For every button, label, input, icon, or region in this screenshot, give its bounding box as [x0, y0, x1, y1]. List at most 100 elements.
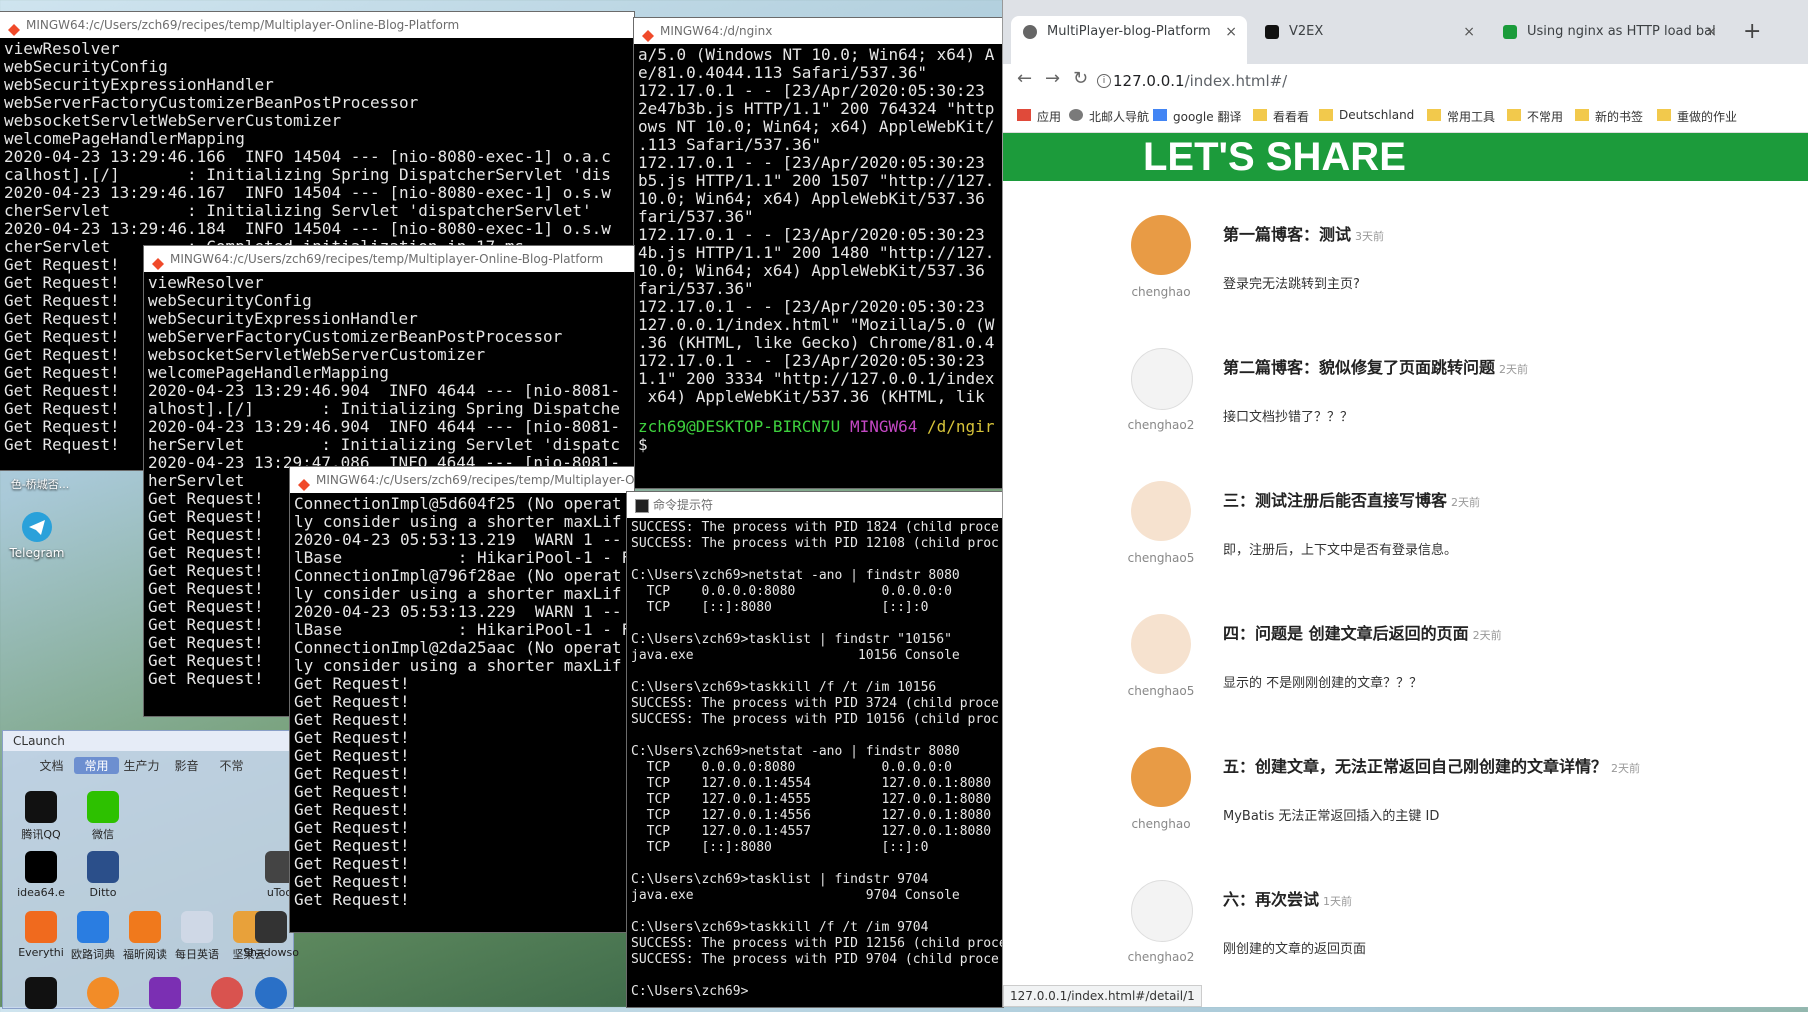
post-title[interactable]: 第一篇博客：测试 3天前: [1223, 221, 1384, 245]
mingw-icon: [642, 25, 654, 42]
google-translate-icon: [1153, 109, 1167, 121]
prompt-symbol: $: [638, 435, 648, 454]
mingw-icon: [298, 474, 310, 491]
post-author[interactable]: chenghao: [1121, 817, 1201, 831]
clauncher-panel[interactable]: CLaunch 文档 常用 生产力 影音 不常 腾讯QQ 微信 idea64.e…: [2, 730, 299, 1009]
terminal-titlebar[interactable]: MINGW64:/c/Users/zch69/recipes/temp/Mult…: [0, 12, 634, 38]
terminal-prompt[interactable]: zch69@DESKTOP-BIRCN7U MINGW64 /d/ngir $: [634, 416, 1004, 456]
bookmark-label: 应用: [1037, 110, 1062, 124]
browser-toolbar: ← → ↻ i 127.0.0.1/index.html#/: [1003, 64, 1808, 100]
clauncher-tab-active[interactable]: 常用: [74, 757, 119, 774]
app-label: Shadowso: [243, 946, 299, 959]
globe-icon: [1023, 25, 1037, 39]
cmd-output[interactable]: SUCCESS: The process with PID 1824 (chil…: [627, 518, 1003, 1002]
forward-arrow-icon[interactable]: →: [1045, 68, 1060, 89]
telegram-desktop-icon[interactable]: Telegram: [2, 512, 72, 560]
tab-nginx[interactable]: Using nginx as HTTP load bal ×: [1491, 16, 1727, 48]
reload-icon[interactable]: ↻: [1073, 68, 1088, 89]
post-author[interactable]: chenghao5: [1121, 684, 1201, 698]
app-ditto[interactable]: Ditto: [75, 851, 131, 899]
terminal-titlebar[interactable]: MINGW64:/c/Users/zch69/recipes/temp/Mult…: [144, 246, 634, 272]
post-title[interactable]: 第二篇博客：貌似修复了页面跳转问题 2天前: [1223, 354, 1528, 378]
clauncher-tab[interactable]: 影音: [164, 757, 209, 774]
post-summary: 即，注册后，上下文中是否有登录信息。: [1223, 543, 1458, 558]
new-tab-button[interactable]: +: [1743, 16, 1761, 48]
site-title: LET'S SHARE: [1143, 135, 1406, 179]
post-title-text: 第一篇博客：测试: [1223, 225, 1352, 244]
avatar[interactable]: [1131, 614, 1191, 674]
app-idea[interactable]: idea64.e: [13, 851, 69, 899]
app-label: Ditto: [89, 886, 117, 899]
terminal-output[interactable]: ConnectionImpl@5d604f25 (No operat ly co…: [290, 493, 634, 911]
bookmarks-bar: 应用 北邮人导航 google 翻译 看看看 Deutschland 常用工具 …: [1003, 100, 1808, 133]
post-title-text: 三：测试注册后能否直接写博客: [1223, 491, 1448, 510]
cmd-titlebar[interactable]: 命令提示符: [627, 492, 1003, 518]
terminal-titlebar[interactable]: MINGW64:/c/Users/zch69/recipes/temp/Mult…: [290, 467, 634, 493]
clauncher-tab[interactable]: 不常: [209, 757, 254, 774]
avatar[interactable]: [1131, 880, 1193, 942]
back-arrow-icon[interactable]: ←: [1017, 68, 1032, 89]
app-everything[interactable]: Everythi: [13, 911, 69, 959]
bookmark-folder[interactable]: 看看看: [1253, 108, 1309, 125]
app-label: 每日英语: [175, 948, 219, 961]
post-author[interactable]: chenghao5: [1121, 551, 1201, 565]
terminal-window-nginx[interactable]: MINGW64:/d/nginx a/5.0 (Windows NT 10.0;…: [634, 18, 1004, 488]
post-author[interactable]: chenghao: [1121, 285, 1201, 299]
bookmark-folder[interactable]: 新的书签: [1575, 108, 1643, 125]
desktop-partial-label[interactable]: 色-桥城否...: [0, 476, 80, 492]
avatar[interactable]: [1131, 481, 1191, 541]
cmd-icon: [25, 977, 57, 1009]
app-qq[interactable]: 腾讯QQ: [13, 791, 69, 842]
app-eudic[interactable]: 欧路词典: [65, 911, 121, 962]
terminal-window-docker[interactable]: MINGW64:/c/Users/zch69/recipes/temp/Mult…: [290, 467, 634, 932]
post-time: 3天前: [1355, 230, 1385, 243]
terminal-output[interactable]: a/5.0 (Windows NT 10.0; Win64; x64) A e/…: [634, 44, 1004, 408]
tab-v2ex[interactable]: V2EX ×: [1253, 16, 1485, 48]
post-time: 2天前: [1499, 363, 1529, 376]
tab-blog-platform[interactable]: MultiPlayer-blog-Platform ×: [1011, 16, 1247, 64]
bookmark-label: 新的书签: [1595, 110, 1644, 124]
post-title-text: 五：创建文章，无法正常返回自己刚创建的文章详情？: [1223, 757, 1608, 776]
post-title[interactable]: 六：再次尝试 1天前: [1223, 886, 1352, 910]
post-summary: 刚创建的文章的返回页面: [1223, 942, 1367, 957]
post-author[interactable]: chenghao2: [1121, 950, 1201, 964]
terminal-title: MINGW64:/c/Users/zch69/recipes/temp/Mult…: [170, 252, 604, 266]
avatar[interactable]: [1131, 747, 1191, 807]
bookmark-apps[interactable]: 应用: [1017, 108, 1061, 125]
bookmark-folder[interactable]: 重做的作业: [1657, 108, 1737, 125]
avatar[interactable]: [1131, 215, 1191, 275]
misc-app-icon: [211, 977, 243, 1009]
bookmark-folder[interactable]: 常用工具: [1427, 108, 1495, 125]
clauncher-tab[interactable]: 生产力: [119, 757, 164, 774]
everything-icon: [25, 911, 57, 943]
app-label: 腾讯QQ: [21, 828, 61, 841]
bookmark-label: 北邮人导航: [1089, 110, 1150, 124]
post-author[interactable]: chenghao2: [1121, 418, 1201, 432]
prompt-user: zch69@DESKTOP-BIRCN7U: [638, 417, 841, 436]
clauncher-tab[interactable]: 文档: [29, 757, 74, 774]
avatar[interactable]: [1131, 348, 1193, 410]
post-title[interactable]: 四：问题是 创建文章后返回的页面 2天前: [1223, 620, 1502, 644]
bookmark-folder[interactable]: 不常用: [1507, 108, 1563, 125]
browser-window[interactable]: MultiPlayer-blog-Platform × V2EX × Using…: [1003, 0, 1808, 1007]
close-icon[interactable]: ×: [1705, 16, 1717, 48]
post-title-text: 四：问题是 创建文章后返回的页面: [1223, 624, 1469, 643]
app-foxit[interactable]: 福昕阅读: [117, 911, 173, 962]
terminal-titlebar[interactable]: MINGW64:/d/nginx: [634, 18, 1004, 44]
bookmark[interactable]: 北邮人导航: [1069, 108, 1149, 125]
app-daily-english[interactable]: 每日英语: [169, 911, 225, 962]
cmd-window[interactable]: 命令提示符 SUCCESS: The process with PID 1824…: [627, 492, 1003, 1007]
bookmark-label: 不常用: [1527, 110, 1564, 124]
tab-title: V2EX: [1289, 24, 1324, 39]
bookmark[interactable]: google 翻译: [1153, 108, 1241, 125]
close-icon[interactable]: ×: [1225, 16, 1237, 48]
address-bar[interactable]: 127.0.0.1/index.html#/: [1113, 72, 1287, 90]
status-bar-url: 127.0.0.1/index.html#/detail/1: [1003, 985, 1202, 1007]
info-icon[interactable]: i: [1097, 74, 1111, 88]
close-icon[interactable]: ×: [1463, 16, 1475, 48]
post-title[interactable]: 三：测试注册后能否直接写博客 2天前: [1223, 487, 1480, 511]
app-wechat[interactable]: 微信: [75, 791, 131, 842]
bookmark-folder[interactable]: Deutschland: [1319, 108, 1414, 122]
post-title[interactable]: 五：创建文章，无法正常返回自己刚创建的文章详情？ 2天前: [1223, 753, 1640, 777]
terminal-title: MINGW64:/d/nginx: [660, 24, 773, 38]
